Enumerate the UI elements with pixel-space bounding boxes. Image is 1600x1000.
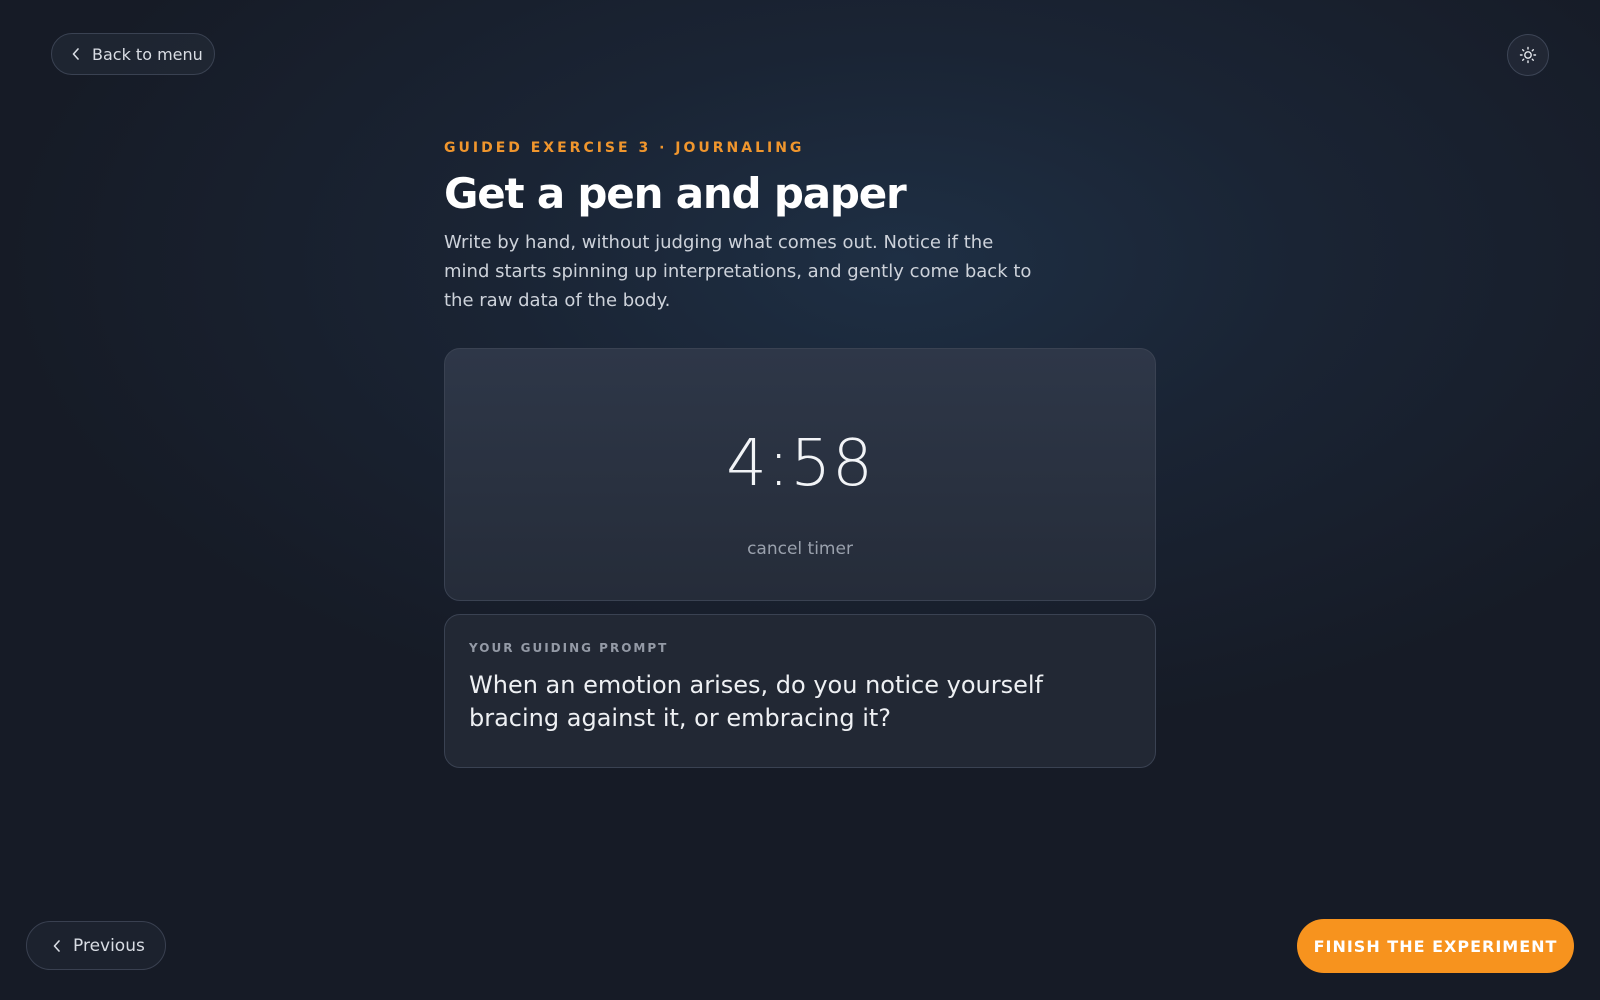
guiding-prompt-text: When an emotion arises, do you notice yo…: [469, 671, 1043, 732]
finish-experiment-button[interactable]: FINISH THE EXPERIMENT: [1297, 919, 1574, 973]
theme-toggle-button[interactable]: [1507, 34, 1549, 76]
back-to-menu-label: Back to menu: [92, 44, 203, 64]
cancel-timer-link[interactable]: cancel timer: [445, 539, 1155, 559]
exercise-eyebrow: GUIDED EXERCISE 3 · JOURNALING: [444, 140, 805, 156]
chevron-left-icon: [70, 48, 82, 60]
chevron-left-icon: [51, 939, 63, 952]
timer-card: 4:58 cancel timer: [444, 348, 1156, 601]
exercise-header: GUIDED EXERCISE 3 · JOURNALING Get a pen…: [444, 140, 1156, 315]
previous-button[interactable]: Previous: [26, 921, 166, 970]
previous-label: Previous: [73, 935, 145, 956]
page-title: Get a pen and paper: [444, 169, 907, 218]
exercise-description: Write by hand, without judging what come…: [444, 232, 1032, 311]
timer-display: 4:58: [726, 427, 874, 501]
guiding-prompt-label: YOUR GUIDING PROMPT: [469, 641, 669, 655]
back-to-menu-button[interactable]: Back to menu: [51, 33, 215, 75]
sun-icon: [1519, 46, 1537, 64]
guiding-prompt-card: YOUR GUIDING PROMPT When an emotion aris…: [444, 614, 1156, 768]
